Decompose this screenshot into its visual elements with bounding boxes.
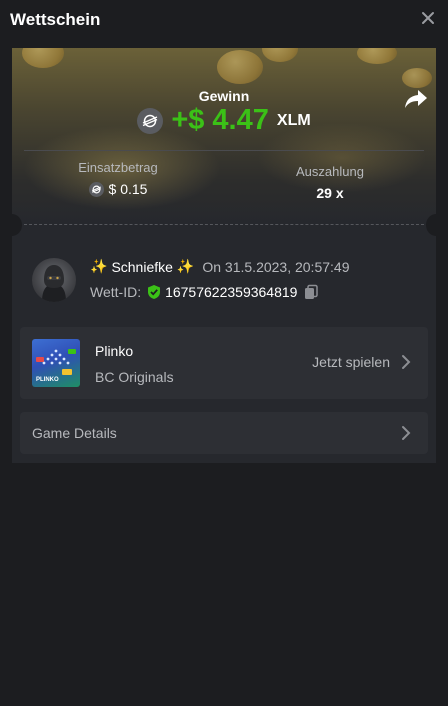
coin-decoration bbox=[357, 48, 397, 64]
coin-decoration bbox=[217, 50, 263, 84]
play-now-link[interactable]: Jetzt spielen bbox=[312, 354, 414, 370]
bet-card: Gewinn +$ 4.47 XLM Einsatzbetrag $ 0.15 … bbox=[12, 48, 436, 463]
avatar[interactable] bbox=[32, 258, 76, 302]
bet-slip-header: Wettschein bbox=[0, 0, 448, 48]
coin-decoration bbox=[402, 68, 432, 88]
plinko-thumbnail: PLINKO bbox=[32, 339, 80, 387]
bet-timestamp: On 31.5.2023, 20:57:49 bbox=[202, 258, 350, 275]
modal-title: Wettschein bbox=[10, 10, 101, 29]
verified-shield-icon bbox=[148, 285, 161, 299]
stellar-xlm-icon bbox=[88, 181, 104, 197]
coin-decoration bbox=[22, 48, 64, 68]
divider bbox=[24, 150, 424, 151]
user-info-line: ✨ Schniefke ✨ On 31.5.2023, 20:57:49 bbox=[90, 258, 349, 275]
ticket-notch-right bbox=[426, 214, 436, 236]
win-label: Gewinn bbox=[198, 88, 250, 104]
win-currency: XLM bbox=[276, 111, 311, 129]
coin-decoration bbox=[262, 48, 298, 62]
bet-amount-stat: Einsatzbetrag $ 0.15 bbox=[12, 160, 224, 197]
payout-label: Auszahlung bbox=[296, 164, 364, 179]
bet-id-label: Wett-ID: bbox=[90, 284, 142, 300]
bet-amount-label: Einsatzbetrag bbox=[78, 160, 158, 175]
bet-id-line: Wett-ID: 16757622359364819 bbox=[90, 284, 319, 300]
win-amount-row: +$ 4.47 XLM bbox=[12, 104, 436, 137]
thumbnail-label: PLINKO bbox=[36, 377, 59, 383]
play-now-label: Jetzt spielen bbox=[312, 354, 390, 370]
stellar-xlm-icon bbox=[137, 107, 164, 134]
win-amount: +$ 4.47 bbox=[171, 104, 269, 136]
payout-value: 29 x bbox=[316, 185, 344, 201]
game-details-row[interactable]: Game Details bbox=[20, 412, 428, 454]
chevron-right-icon bbox=[402, 355, 411, 369]
copy-icon[interactable] bbox=[303, 284, 319, 300]
win-banner: Gewinn +$ 4.47 XLM Einsatzbetrag $ 0.15 … bbox=[12, 48, 436, 224]
close-icon[interactable] bbox=[420, 10, 436, 26]
bet-id-value: 16757622359364819 bbox=[165, 284, 298, 300]
bet-amount-value-row: $ 0.15 bbox=[12, 181, 224, 197]
username-link[interactable]: Schniefke bbox=[111, 259, 172, 275]
game-provider: BC Originals bbox=[95, 369, 174, 385]
sparkle-icon: ✨ bbox=[90, 258, 108, 274]
payout-stat: Auszahlung 29 x bbox=[224, 164, 436, 201]
share-icon[interactable] bbox=[404, 88, 428, 110]
bet-amount-value: $ 0.15 bbox=[108, 181, 148, 197]
game-row[interactable]: PLINKO Plinko BC Originals Jetzt spielen bbox=[20, 327, 428, 399]
game-details-label: Game Details bbox=[32, 425, 117, 441]
chevron-right-icon bbox=[402, 426, 411, 440]
game-name: Plinko bbox=[95, 343, 134, 359]
ticket-perforation bbox=[24, 224, 424, 225]
sparkle-icon: ✨ bbox=[176, 258, 195, 274]
